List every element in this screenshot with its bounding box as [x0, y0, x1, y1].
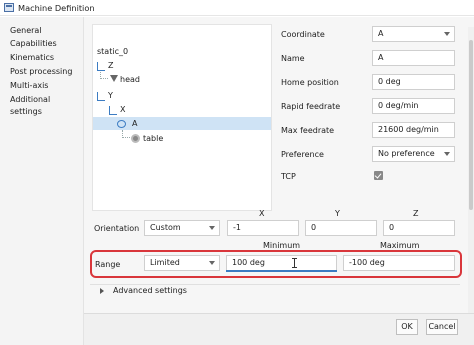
orientation-x-field[interactable]: -1: [227, 220, 299, 236]
tree-node-table[interactable]: table: [143, 133, 163, 145]
rapid-feedrate-field[interactable]: 0 deg/min: [372, 98, 455, 114]
preference-label: Preference: [281, 150, 324, 159]
rotary-axis-icon: [117, 120, 126, 128]
tree-node-static[interactable]: static_0: [97, 46, 128, 58]
rapid-feedrate-label: Rapid feedrate: [281, 102, 341, 111]
scrollbar-thumb[interactable]: [469, 40, 473, 210]
tree-node-x[interactable]: X: [120, 104, 125, 116]
tree-node-a[interactable]: A: [132, 118, 137, 130]
chevron-down-icon: [209, 261, 215, 265]
chevron-down-icon: [444, 32, 450, 36]
orientation-y-field[interactable]: 0: [305, 220, 377, 236]
max-feedrate-field[interactable]: 21600 deg/min: [372, 122, 455, 138]
tree-node-z[interactable]: Z: [108, 60, 113, 72]
chevron-right-icon[interactable]: [100, 288, 104, 294]
chevron-down-icon: [444, 152, 450, 156]
tree-node-y[interactable]: Y: [108, 90, 113, 102]
chevron-down-icon: [209, 226, 215, 230]
text-cursor-icon: [292, 258, 297, 268]
range-mode-value: Limited: [150, 258, 180, 267]
focus-underline: [226, 270, 337, 272]
home-position-field[interactable]: 0 deg: [372, 74, 455, 90]
orientation-z-field[interactable]: 0: [383, 220, 455, 236]
tcp-label: TCP: [281, 172, 296, 181]
sidebar-item-general[interactable]: General: [10, 25, 42, 37]
sidebar: General Capabilities Kinematics Post pro…: [0, 17, 84, 345]
cancel-button[interactable]: Cancel: [426, 319, 458, 335]
table-icon: [131, 134, 140, 143]
range-mode-dropdown[interactable]: Limited: [144, 255, 220, 271]
preference-value: No preference: [378, 149, 435, 158]
divider: [90, 284, 460, 285]
coordinate-value: A: [378, 29, 384, 38]
name-field[interactable]: A: [372, 50, 455, 66]
title-bar: Machine Definition: [0, 0, 474, 16]
orientation-x-header: X: [259, 209, 265, 218]
range-maximum-header: Maximum: [380, 241, 420, 250]
orientation-y-header: Y: [335, 209, 340, 218]
range-maximum-field[interactable]: -100 deg: [343, 255, 455, 271]
coordinate-label: Coordinate: [281, 30, 325, 39]
home-position-label: Home position: [281, 78, 339, 87]
head-icon: [110, 75, 118, 82]
app-window-icon: [4, 3, 14, 12]
tcp-checkbox[interactable]: [374, 171, 383, 180]
range-minimum-header: Minimum: [263, 241, 301, 250]
sidebar-item-multi-axis[interactable]: Multi-axis: [10, 80, 48, 92]
linear-axis-icon: [96, 92, 106, 101]
tree-connector: [100, 72, 108, 79]
max-feedrate-label: Max feedrate: [281, 126, 335, 135]
coordinate-dropdown[interactable]: A: [372, 26, 455, 42]
range-minimum-field[interactable]: 100 deg: [226, 255, 337, 271]
orientation-mode-value: Custom: [150, 223, 181, 232]
tree-connector: [122, 130, 130, 138]
name-label: Name: [281, 54, 305, 63]
orientation-mode-dropdown[interactable]: Custom: [144, 220, 220, 236]
tree-node-head[interactable]: head: [120, 74, 140, 86]
advanced-settings-toggle[interactable]: Advanced settings: [113, 286, 187, 295]
range-label: Range: [95, 260, 121, 269]
linear-axis-icon: [96, 62, 106, 71]
orientation-label: Orientation: [94, 224, 140, 233]
orientation-z-header: Z: [413, 209, 419, 218]
linear-axis-icon: [108, 106, 118, 115]
window-title: Machine Definition: [18, 3, 95, 13]
sidebar-item-additional-settings[interactable]: Additional settings: [10, 94, 83, 116]
preference-dropdown[interactable]: No preference: [372, 146, 455, 162]
sidebar-item-kinematics[interactable]: Kinematics: [10, 52, 54, 64]
sidebar-item-capabilities[interactable]: Capabilities: [10, 38, 57, 50]
sidebar-item-post-processing[interactable]: Post processing: [10, 66, 72, 78]
ok-button[interactable]: OK: [396, 319, 418, 335]
